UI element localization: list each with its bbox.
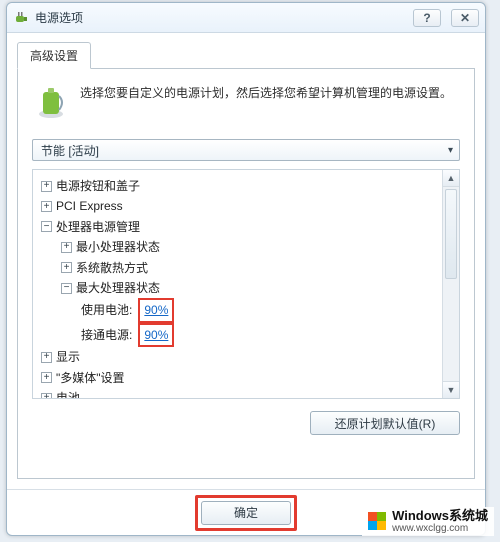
settings-tree[interactable]: + 电源按钮和盖子 + PCI Express − 处理器电源管理 + 最小处理… — [33, 170, 442, 398]
tree-node-multimedia[interactable]: + "多媒体"设置 — [37, 368, 438, 388]
expand-icon[interactable]: + — [41, 181, 52, 192]
collapse-icon[interactable]: − — [41, 221, 52, 232]
tree-node-display[interactable]: + 显示 — [37, 347, 438, 367]
tab-advanced-settings[interactable]: 高级设置 — [17, 42, 91, 69]
window-title: 电源选项 — [35, 9, 403, 26]
battery-icon — [32, 83, 70, 121]
chevron-down-icon: ▾ — [448, 145, 453, 156]
tree-node-processor-power-management[interactable]: − 处理器电源管理 — [37, 217, 438, 237]
power-options-window: 电源选项 ? ✕ 高级设置 选择您要自定义的电源计划，然后选择您希望计算机管理的… — [6, 2, 486, 536]
windows-logo-icon — [368, 512, 386, 530]
power-plan-value: 节能 [活动] — [41, 142, 99, 159]
tree-node-cooling-policy[interactable]: + 系统散热方式 — [37, 258, 438, 278]
settings-tree-container: + 电源按钮和盖子 + PCI Express − 处理器电源管理 + 最小处理… — [32, 169, 460, 399]
tree-node-pci-express[interactable]: + PCI Express — [37, 196, 438, 216]
watermark-title: Windows系统城 — [392, 509, 488, 523]
tree-node-min-processor-state[interactable]: + 最小处理器状态 — [37, 237, 438, 257]
tree-leaf-on-battery[interactable]: 使用电池: 90% — [37, 298, 438, 322]
titlebar: 电源选项 ? ✕ — [7, 3, 485, 33]
intro-text: 选择您要自定义的电源计划，然后选择您希望计算机管理的电源设置。 — [80, 83, 452, 121]
tree-node-battery[interactable]: + 电池 — [37, 388, 438, 398]
power-plan-select[interactable]: 节能 [活动] ▾ — [32, 139, 460, 161]
expand-icon[interactable]: + — [61, 262, 72, 273]
tabstrip: 高级设置 — [17, 42, 475, 69]
expand-icon[interactable]: + — [41, 201, 52, 212]
plugged-in-value[interactable]: 90% — [138, 323, 174, 347]
watermark: Windows系统城 www.wxclgg.com — [362, 507, 494, 536]
intro-row: 选择您要自定义的电源计划，然后选择您希望计算机管理的电源设置。 — [32, 83, 460, 121]
power-plug-icon — [13, 10, 29, 26]
help-button[interactable]: ? — [413, 9, 441, 27]
client-area: 高级设置 选择您要自定义的电源计划，然后选择您希望计算机管理的电源设置。 节能 … — [7, 33, 485, 489]
tree-scrollbar[interactable]: ▲ ▼ — [442, 170, 459, 398]
tab-panel-advanced: 选择您要自定义的电源计划，然后选择您希望计算机管理的电源设置。 节能 [活动] … — [17, 68, 475, 479]
tree-node-power-buttons-lid[interactable]: + 电源按钮和盖子 — [37, 176, 438, 196]
close-button[interactable]: ✕ — [451, 9, 479, 27]
scroll-track[interactable] — [443, 187, 459, 381]
ok-button[interactable]: 确定 — [201, 501, 291, 525]
expand-icon[interactable]: + — [41, 393, 52, 398]
expand-icon[interactable]: + — [41, 352, 52, 363]
scroll-thumb[interactable] — [445, 189, 457, 279]
on-battery-value[interactable]: 90% — [138, 298, 174, 322]
restore-defaults-button[interactable]: 还原计划默认值(R) — [310, 411, 460, 435]
watermark-url: www.wxclgg.com — [392, 523, 488, 534]
tree-leaf-plugged-in[interactable]: 接通电源: 90% — [37, 323, 438, 347]
collapse-icon[interactable]: − — [61, 283, 72, 294]
tree-node-max-processor-state[interactable]: − 最大处理器状态 — [37, 278, 438, 298]
expand-icon[interactable]: + — [41, 372, 52, 383]
ok-highlight: 确定 — [195, 495, 297, 531]
restore-row: 还原计划默认值(R) — [32, 411, 460, 435]
scroll-down-button[interactable]: ▼ — [443, 381, 459, 398]
expand-icon[interactable]: + — [61, 242, 72, 253]
scroll-up-button[interactable]: ▲ — [443, 170, 459, 187]
